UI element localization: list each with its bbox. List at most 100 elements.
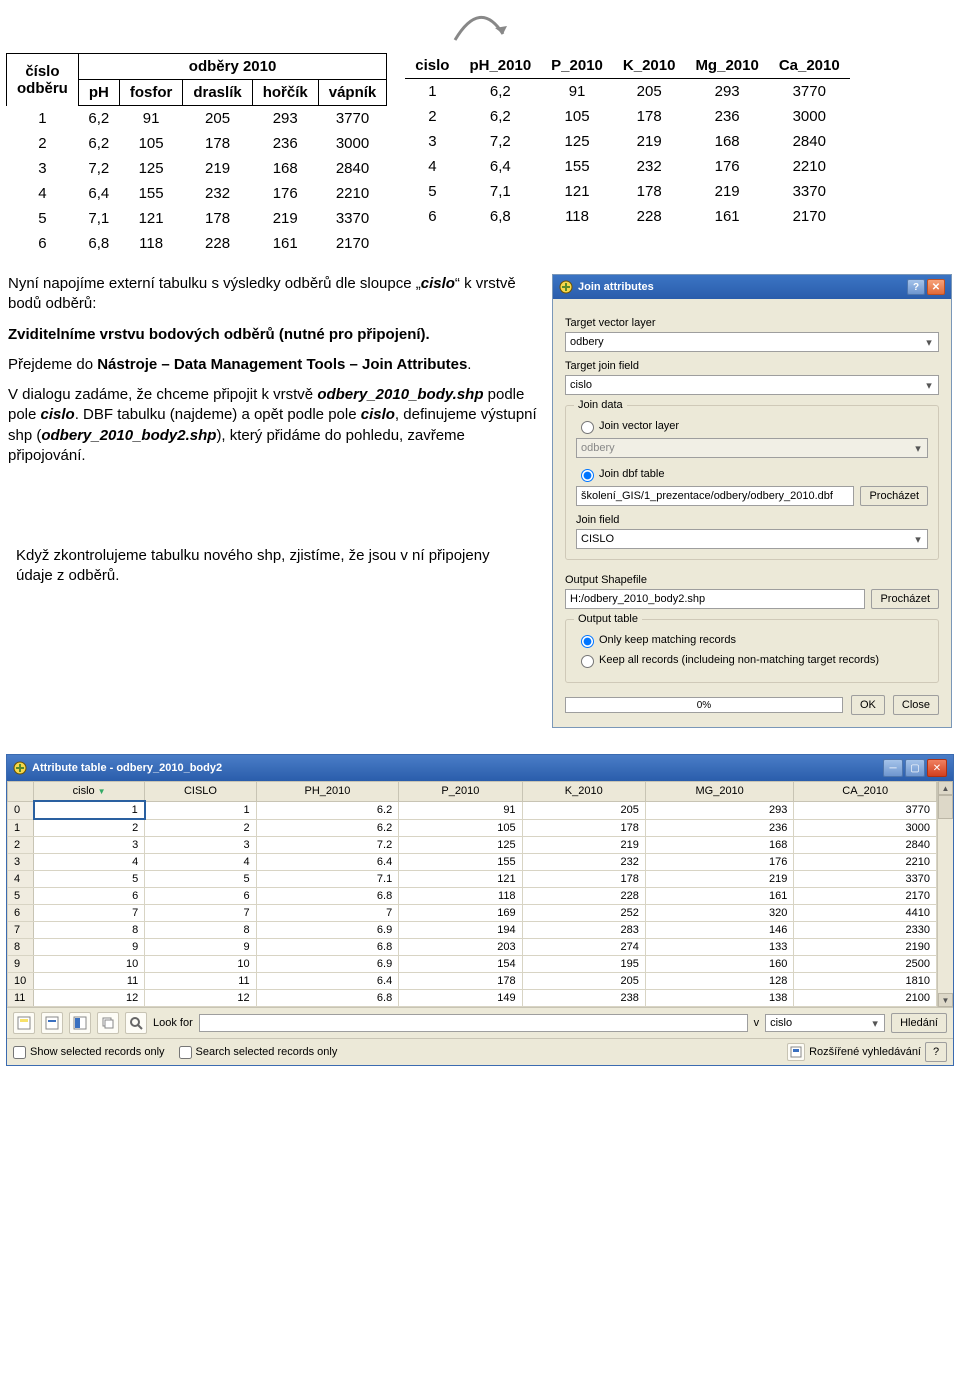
combo-join-vector: odbery▾ xyxy=(576,438,928,458)
table-row[interactable]: 1226.21051782363000 xyxy=(8,819,937,837)
ok-button[interactable]: OK xyxy=(851,695,885,715)
table-row[interactable]: 1011116.41782051281810 xyxy=(8,973,937,990)
col-p2010: P_2010 xyxy=(541,53,613,79)
search-button[interactable]: Hledání xyxy=(891,1013,947,1033)
group-title-output-table: Output table xyxy=(574,613,642,625)
chevron-down-icon: ▾ xyxy=(924,336,934,349)
attr-titlebar[interactable]: Attribute table - odbery_2010_body2 ─ ▢ … xyxy=(7,755,953,781)
search-selected-checkbox[interactable] xyxy=(179,1046,192,1059)
table-row[interactable]: 4557.11211782193370 xyxy=(8,871,937,888)
table-row[interactable]: 5666.81182281612170 xyxy=(8,888,937,905)
col-ph2010[interactable]: PH_2010 xyxy=(256,782,399,802)
combo-target-field[interactable]: cislo▾ xyxy=(565,375,939,395)
in-label: v xyxy=(754,1017,760,1029)
table-row[interactable]: 67771692523204410 xyxy=(8,905,937,922)
col-ca2010: Ca_2010 xyxy=(769,53,850,79)
copy-icon[interactable] xyxy=(97,1012,119,1034)
radio-join-dbf[interactable] xyxy=(581,469,594,482)
table-row[interactable]: 2337.21252191682840 xyxy=(8,837,937,854)
move-top-icon[interactable] xyxy=(41,1012,63,1034)
label-target-layer: Target vector layer xyxy=(565,317,939,329)
qgis-icon xyxy=(559,280,573,294)
window-close-button[interactable]: ✕ xyxy=(927,759,947,777)
show-selected-checkbox[interactable] xyxy=(13,1046,26,1059)
label-output-shp: Output Shapefile xyxy=(565,574,939,586)
invert-selection-icon[interactable] xyxy=(69,1012,91,1034)
sort-asc-icon: ▼ xyxy=(98,787,106,796)
table-row[interactable]: 1112126.81492381382100 xyxy=(8,990,937,1007)
radio-join-vector[interactable] xyxy=(581,421,594,434)
dialog-title: Join attributes xyxy=(578,281,905,293)
instructions-text: Nyní napojíme externí tabulku s výsledky… xyxy=(8,274,540,609)
col-k2010: K_2010 xyxy=(613,53,686,79)
advanced-search-icon[interactable] xyxy=(787,1043,805,1061)
attr-toolbar: Look for v cislo▾ Hledání xyxy=(7,1007,953,1038)
col-cislo-odberu: číslo odběru xyxy=(7,54,79,106)
table-row[interactable]: 7886.91942831462330 xyxy=(8,922,937,939)
join-attributes-dialog: Join attributes ? ✕ Target vector layer … xyxy=(552,274,952,728)
qgis-icon xyxy=(13,761,27,775)
close-icon[interactable]: ✕ xyxy=(927,279,945,295)
col-mg2010[interactable]: MG_2010 xyxy=(645,782,793,802)
input-dbf-path[interactable]: školení_GIS/1_prezentace/odbery/odbery_2… xyxy=(576,486,854,506)
source-table-odbery2010: číslo odběru odběry 2010 pH fosfor drasl… xyxy=(6,53,387,256)
input-output-shp[interactable]: H:/odbery_2010_body2.shp xyxy=(565,589,865,609)
col-cislo-upper[interactable]: CISLO xyxy=(145,782,256,802)
close-button[interactable]: Close xyxy=(893,695,939,715)
table1-body: 16,2912052933770 26,21051782363000 37,21… xyxy=(7,106,387,257)
label-target-field: Target join field xyxy=(565,360,939,372)
result-table-2010: cislo pH_2010 P_2010 K_2010 Mg_2010 Ca_2… xyxy=(405,53,849,229)
table-row[interactable]: 8996.82032741332190 xyxy=(8,939,937,956)
table2-body: 16,2912052933770 26,21051782363000 37,21… xyxy=(405,79,849,230)
look-for-input[interactable] xyxy=(199,1014,748,1032)
radio-only-matching-label: Only keep matching records xyxy=(599,634,736,646)
attr-statusbar: Show selected records only Search select… xyxy=(7,1038,953,1065)
advanced-search-label[interactable]: Rozšířené vyhledávání xyxy=(809,1046,921,1058)
col-draslik: draslík xyxy=(183,80,252,106)
col-ca2010[interactable]: CA_2010 xyxy=(794,782,937,802)
look-in-combo[interactable]: cislo▾ xyxy=(765,1014,885,1032)
search-selected-label: Search selected records only xyxy=(196,1046,338,1058)
group-join-data: Join data Join vector layer odbery▾ Join… xyxy=(565,405,939,560)
group-title-join-data: Join data xyxy=(574,399,627,411)
col-k2010[interactable]: K_2010 xyxy=(522,782,645,802)
look-for-label: Look for xyxy=(153,1017,193,1029)
chevron-down-icon: ▾ xyxy=(924,379,934,392)
radio-join-dbf-label: Join dbf table xyxy=(599,468,664,480)
col-vapnik: vápník xyxy=(318,80,387,106)
attr-window-title: Attribute table - odbery_2010_body2 xyxy=(32,762,881,774)
dialog-titlebar[interactable]: Join attributes ? ✕ xyxy=(553,275,951,299)
radio-keep-all-label: Keep all records (includeing non-matchin… xyxy=(599,654,879,666)
combo-join-field[interactable]: CISLO▾ xyxy=(576,529,928,549)
radio-only-matching[interactable] xyxy=(581,635,594,648)
scroll-up-icon[interactable]: ▲ xyxy=(938,781,953,795)
table-row[interactable]: 910106.91541951602500 xyxy=(8,956,937,973)
row-header-corner xyxy=(8,782,34,802)
help-button[interactable]: ? xyxy=(925,1042,947,1062)
transform-arrow xyxy=(0,6,960,51)
attribute-grid[interactable]: cislo▼ CISLO PH_2010 P_2010 K_2010 MG_20… xyxy=(7,781,937,1007)
label-join-field: Join field xyxy=(576,514,928,526)
combo-target-layer[interactable]: odbery▾ xyxy=(565,332,939,352)
radio-keep-all[interactable] xyxy=(581,655,594,668)
radio-join-vector-label: Join vector layer xyxy=(599,420,679,432)
col-ph: pH xyxy=(78,80,119,106)
help-button[interactable]: ? xyxy=(907,279,925,295)
unselect-all-icon[interactable] xyxy=(13,1012,35,1034)
col-p2010[interactable]: P_2010 xyxy=(399,782,522,802)
browse-dbf-button[interactable]: Procházet xyxy=(860,486,928,506)
vertical-scrollbar[interactable]: ▲ ▼ xyxy=(937,781,953,1007)
minimize-button[interactable]: ─ xyxy=(883,759,903,777)
col-ph2010: pH_2010 xyxy=(459,53,541,79)
scroll-down-icon[interactable]: ▼ xyxy=(938,993,953,1007)
maximize-button[interactable]: ▢ xyxy=(905,759,925,777)
browse-output-button[interactable]: Procházet xyxy=(871,589,939,609)
col-cislo-lower[interactable]: cislo▼ xyxy=(34,782,145,802)
table-row[interactable]: 0116.2912052933770 xyxy=(8,801,937,819)
table-row[interactable]: 3446.41552321762210 xyxy=(8,854,937,871)
attribute-table-window: Attribute table - odbery_2010_body2 ─ ▢ … xyxy=(6,754,954,1066)
group-header-odbery2010: odběry 2010 xyxy=(78,54,386,80)
scroll-thumb[interactable] xyxy=(938,795,953,819)
zoom-to-selected-icon[interactable] xyxy=(125,1012,147,1034)
chevron-down-icon: ▾ xyxy=(913,533,923,546)
